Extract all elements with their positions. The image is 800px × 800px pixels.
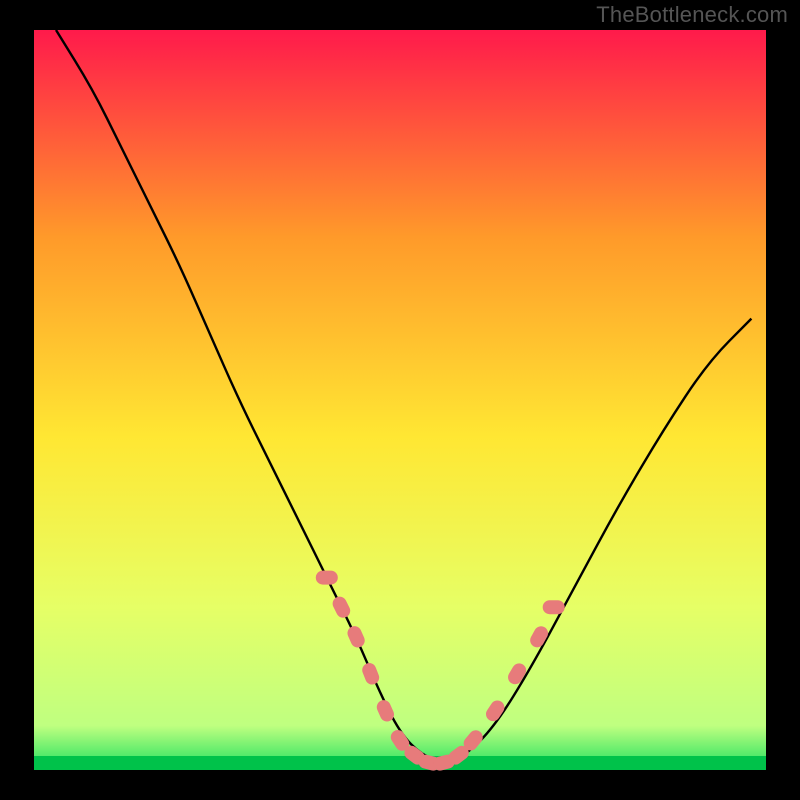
chart-container: TheBottleneck.com <box>0 0 800 800</box>
marker-dot <box>543 600 565 614</box>
bottom-green-band <box>34 756 766 770</box>
bottleneck-chart <box>0 0 800 800</box>
watermark-text: TheBottleneck.com <box>596 2 788 28</box>
plot-area <box>34 30 766 772</box>
gradient-background <box>34 30 766 770</box>
marker-dot <box>316 571 338 585</box>
